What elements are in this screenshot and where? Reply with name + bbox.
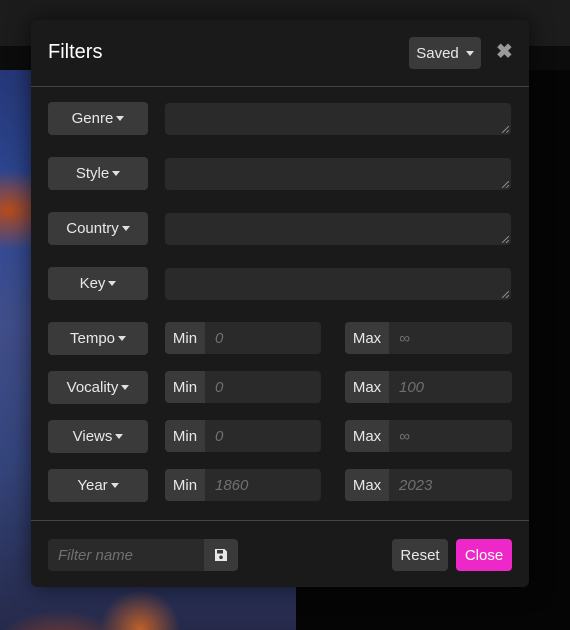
filter-name-input[interactable]: Filter name [48, 539, 204, 571]
style-textarea[interactable] [165, 158, 511, 190]
caret-down-icon [108, 281, 117, 286]
resize-handle-icon[interactable] [502, 126, 509, 133]
key-textarea[interactable] [165, 268, 511, 300]
filters-modal: Filters Saved ✖ Genre Style Country Key … [31, 20, 529, 587]
reset-button[interactable]: Reset [392, 539, 448, 571]
caret-down-icon [112, 171, 121, 176]
tempo-min-input[interactable]: 0 [205, 322, 321, 354]
tempo-dropdown[interactable]: Tempo [48, 322, 148, 355]
modal-header: Filters Saved ✖ [31, 20, 529, 87]
views-max-group: Max ∞ [345, 420, 512, 452]
caret-down-icon [110, 483, 119, 488]
min-addon: Min [165, 420, 205, 452]
close-icon[interactable]: ✖ [496, 42, 513, 62]
year-min-input[interactable]: 1860 [205, 469, 321, 501]
views-label: Views [72, 428, 113, 445]
country-dropdown[interactable]: Country [48, 212, 148, 245]
vocality-label: Vocality [66, 379, 119, 396]
floppy-disk-icon [215, 549, 227, 561]
min-addon: Min [165, 322, 205, 354]
caret-down-icon [116, 116, 125, 121]
saved-filters-dropdown[interactable]: Saved [409, 37, 481, 69]
vocality-dropdown[interactable]: Vocality [48, 371, 148, 404]
vocality-max-group: Max 100 [345, 371, 512, 403]
tempo-min-group: Min 0 [165, 322, 321, 354]
year-max-input[interactable]: 2023 [389, 469, 512, 501]
resize-handle-icon[interactable] [502, 181, 509, 188]
views-dropdown[interactable]: Views [48, 420, 148, 453]
caret-down-icon [118, 336, 127, 341]
vocality-max-input[interactable]: 100 [389, 371, 512, 403]
max-addon: Max [345, 420, 389, 452]
country-textarea[interactable] [165, 213, 511, 245]
tempo-max-input[interactable]: ∞ [389, 322, 512, 354]
tempo-max-group: Max ∞ [345, 322, 512, 354]
style-dropdown[interactable]: Style [48, 157, 148, 190]
modal-title: Filters [48, 41, 103, 63]
max-addon: Max [345, 322, 389, 354]
modal-footer: Filter name Reset Close [31, 520, 529, 588]
views-min-group: Min 0 [165, 420, 321, 452]
country-label: Country [66, 220, 119, 237]
style-label: Style [75, 165, 110, 182]
saved-label: Saved [416, 44, 459, 62]
key-dropdown[interactable]: Key [48, 267, 148, 300]
caret-down-icon [115, 434, 124, 439]
caret-down-icon [121, 226, 130, 231]
year-max-group: Max 2023 [345, 469, 512, 501]
caret-down-icon [121, 385, 130, 390]
genre-dropdown[interactable]: Genre [48, 102, 148, 135]
max-addon: Max [345, 371, 389, 403]
year-label: Year [77, 477, 108, 494]
caret-down-icon [465, 50, 474, 56]
vocality-min-input[interactable]: 0 [205, 371, 321, 403]
genre-label: Genre [71, 110, 114, 127]
save-filter-button[interactable] [204, 539, 238, 571]
min-addon: Min [165, 371, 205, 403]
vocality-min-group: Min 0 [165, 371, 321, 403]
genre-textarea[interactable] [165, 103, 511, 135]
resize-handle-icon[interactable] [502, 236, 509, 243]
year-dropdown[interactable]: Year [48, 469, 148, 502]
views-min-input[interactable]: 0 [205, 420, 321, 452]
key-label: Key [79, 275, 106, 292]
resize-handle-icon[interactable] [502, 291, 509, 298]
year-min-group: Min 1860 [165, 469, 321, 501]
max-addon: Max [345, 469, 389, 501]
min-addon: Min [165, 469, 205, 501]
close-button[interactable]: Close [456, 539, 512, 571]
views-max-input[interactable]: ∞ [389, 420, 512, 452]
tempo-label: Tempo [69, 330, 116, 347]
